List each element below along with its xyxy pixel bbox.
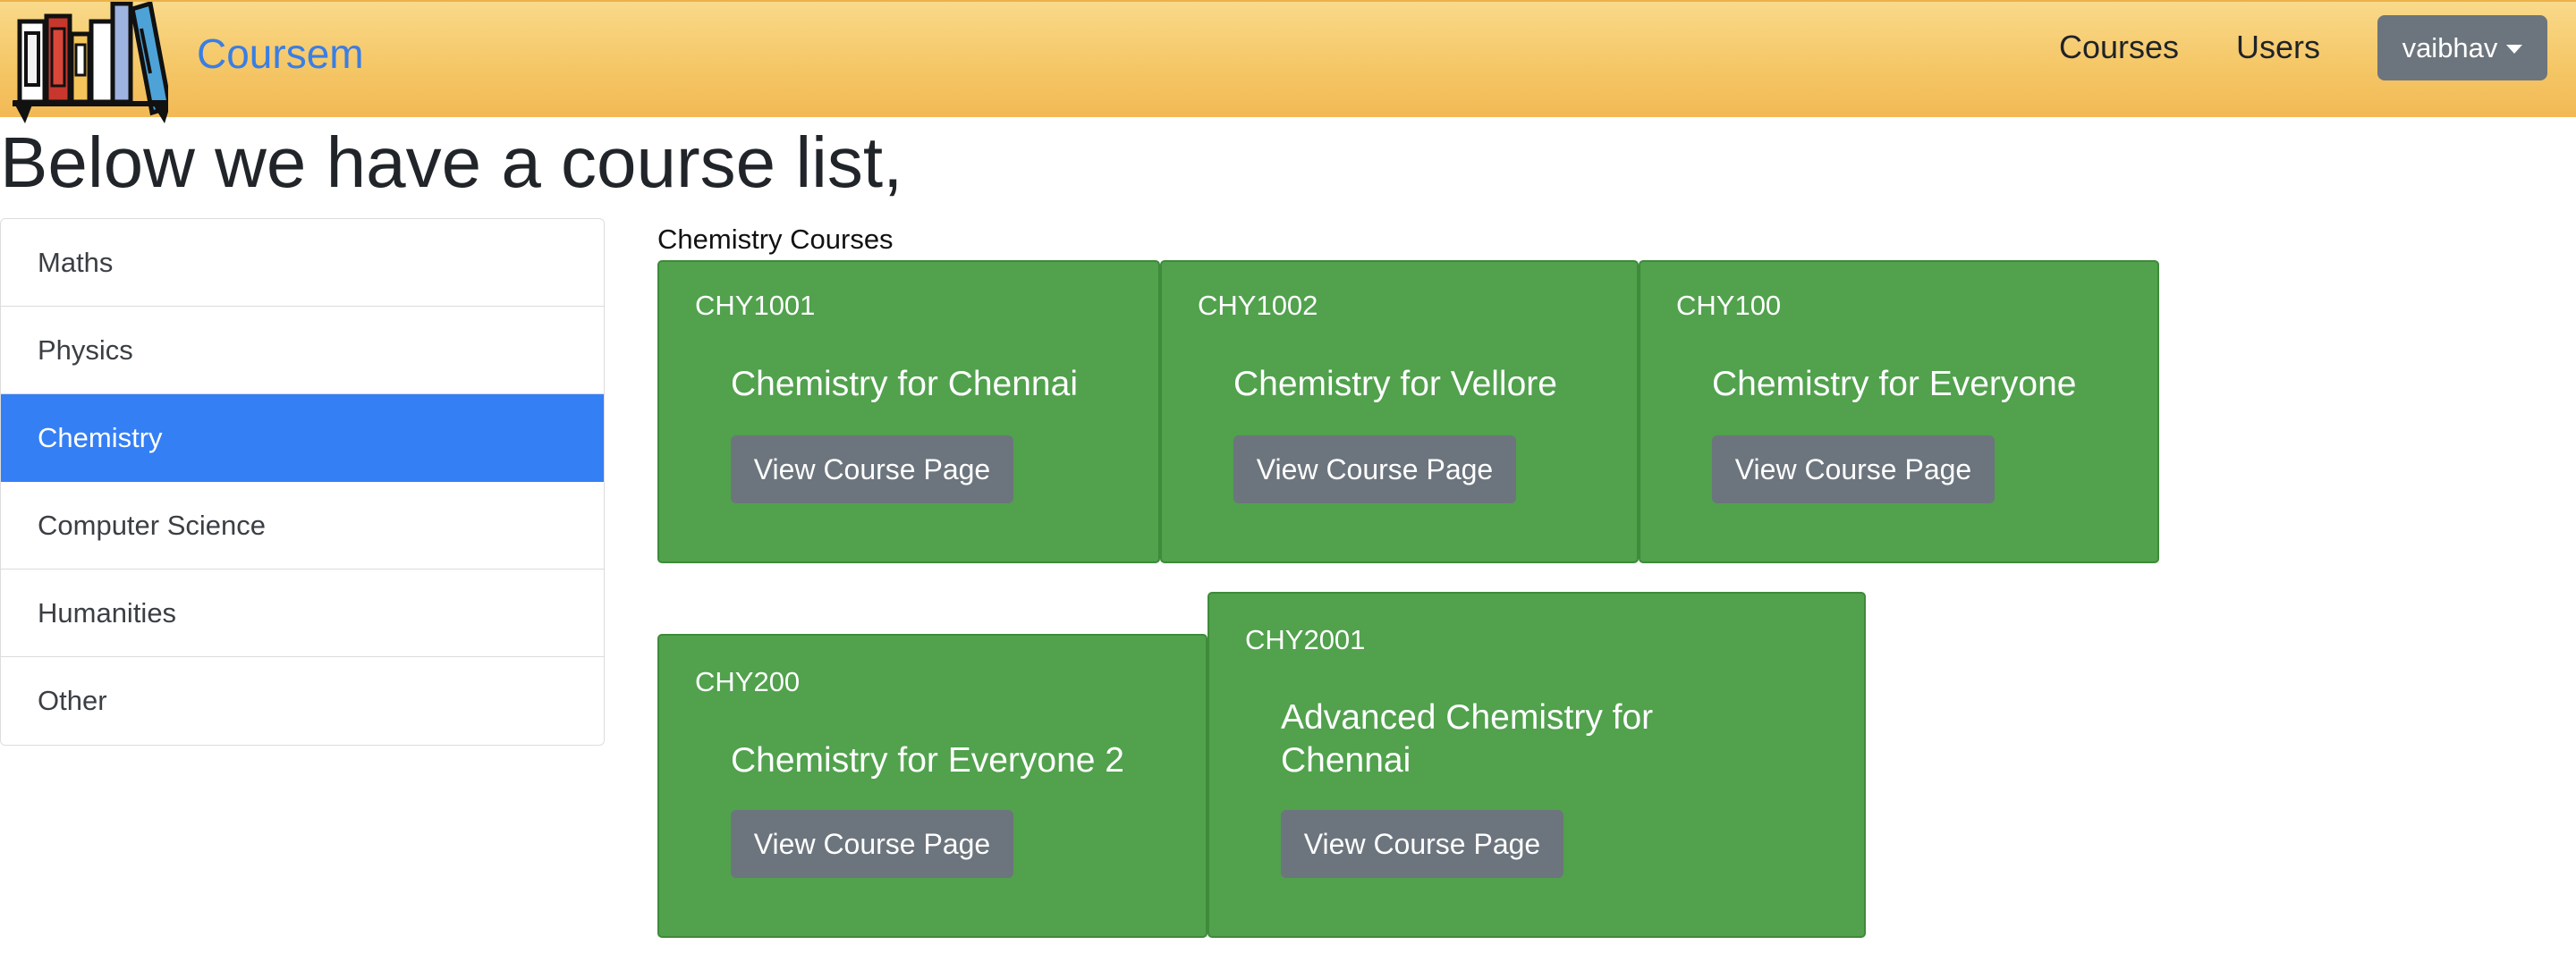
course-card: CHY1002 Chemistry for Vellore View Cours… [1160, 260, 1639, 563]
course-code: CHY1002 [1198, 290, 1318, 321]
sidebar-item-chemistry[interactable]: Chemistry [1, 394, 604, 482]
course-card: CHY2001 Advanced Chemistry for Chennai V… [1208, 592, 1866, 938]
course-title: Chemistry for Chennai [731, 365, 1078, 403]
course-code: CHY1001 [695, 290, 816, 321]
course-code: CHY100 [1676, 290, 1782, 321]
navbar: Coursem Courses Users vaibhav [0, 0, 2576, 123]
course-title: Chemistry for Vellore [1233, 365, 1557, 403]
nav-users-link[interactable]: Users [2236, 27, 2320, 68]
sidebar-item-humanities[interactable]: Humanities [1, 570, 604, 657]
view-course-button[interactable]: View Course Page [1233, 435, 1516, 503]
sidebar-item-maths[interactable]: Maths [1, 219, 604, 307]
category-sidebar: Maths Physics Chemistry Computer Science… [0, 218, 605, 746]
view-course-button[interactable]: View Course Page [731, 435, 1013, 503]
sidebar-item-physics[interactable]: Physics [1, 307, 604, 394]
brand-link[interactable]: Coursem [197, 29, 364, 79]
course-card: CHY200 Chemistry for Everyone 2 View Cou… [657, 634, 1208, 938]
course-title: Advanced Chemistry for Chennai [1281, 698, 1654, 780]
course-title: Chemistry for Everyone [1712, 365, 2077, 403]
sidebar-item-computer-science[interactable]: Computer Science [1, 482, 604, 570]
course-card: CHY100 Chemistry for Everyone View Cours… [1639, 260, 2159, 563]
user-dropdown-button[interactable]: vaibhav [2377, 15, 2547, 80]
course-title: Chemistry for Everyone 2 [731, 741, 1124, 780]
view-course-button[interactable]: View Course Page [731, 810, 1013, 878]
view-course-button[interactable]: View Course Page [1712, 435, 1995, 503]
sidebar-item-other[interactable]: Other [1, 657, 604, 745]
section-title: Chemistry Courses [657, 224, 894, 255]
nav-courses-link[interactable]: Courses [2059, 27, 2179, 68]
view-course-button[interactable]: View Course Page [1281, 810, 1563, 878]
course-code: CHY200 [695, 666, 801, 697]
course-card: CHY1001 Chemistry for Chennai View Cours… [657, 260, 1160, 563]
caret-down-icon [2506, 44, 2523, 54]
course-code: CHY2001 [1245, 624, 1366, 655]
page-title: Below we have a course list, [0, 122, 903, 202]
user-name: vaibhav [2402, 31, 2498, 63]
books-logo-icon[interactable] [7, 2, 168, 127]
